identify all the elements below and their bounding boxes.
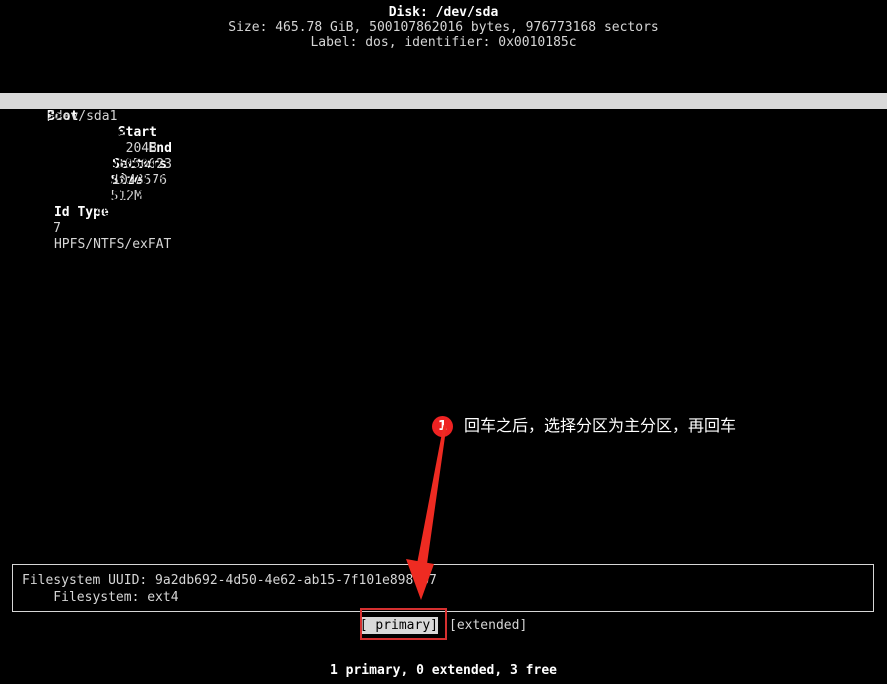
table-row[interactable]: >> Free space 1050624 976773167 97572254… [0, 93, 887, 109]
row-size: 465.3G [47, 205, 142, 221]
disk-size-line: Size: 465.78 GiB, 500107862016 bytes, 97… [0, 20, 887, 35]
row-device: Free space [47, 125, 177, 141]
status-summary: 1 primary, 0 extended, 3 free [0, 663, 887, 678]
filesystem-uuid-line: Filesystem UUID: 9a2db692-4d50-4e62-ab15… [22, 572, 873, 589]
choice-primary-button[interactable]: [ primary] [360, 617, 438, 634]
choice-spacer [438, 618, 449, 633]
disk-title: Disk: /dev/sda [0, 5, 887, 20]
partition-table-header: Device Boot Start End Sectors Size Id Ty… [0, 61, 887, 77]
filesystem-type-line: Filesystem: ext4 [22, 589, 873, 606]
terminal-screen: Disk: /dev/sda Size: 465.78 GiB, 5001078… [0, 0, 887, 684]
partition-type-choices: [ primary] [extended] [0, 617, 887, 634]
choice-extended-button[interactable]: [extended] [449, 617, 527, 634]
partition-table: Device Boot Start End Sectors Size Id Ty… [0, 61, 887, 109]
table-row[interactable]: /dev/sda1 2048 1050623 1048576 512M 7 HP… [0, 77, 887, 93]
disk-header: Disk: /dev/sda Size: 465.78 GiB, 5001078… [0, 0, 887, 50]
disk-label-line: Label: dos, identifier: 0x0010185c [0, 35, 887, 50]
row-sectors: 975722544 [47, 189, 167, 205]
row-gap [47, 221, 75, 237]
row-type: HPFS/NTFS/exFAT [47, 237, 171, 253]
row-start: 1050624 [47, 157, 157, 173]
filesystem-info-box: Filesystem UUID: 9a2db692-4d50-4e62-ab15… [12, 564, 874, 612]
row-end: 976773167 [47, 173, 172, 189]
row-marker: >> [47, 109, 77, 125]
